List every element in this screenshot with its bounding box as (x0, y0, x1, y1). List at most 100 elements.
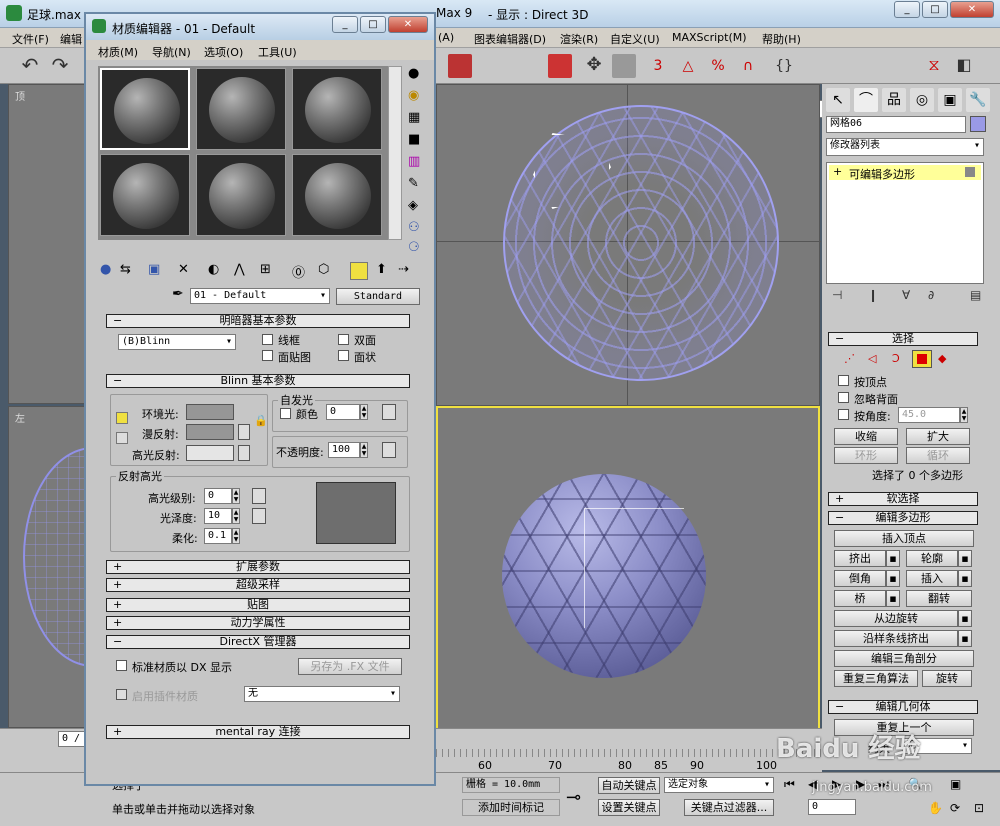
menu-graph-editors[interactable]: 图表编辑器(D) (474, 31, 546, 47)
bridge-button[interactable]: 桥 (834, 590, 886, 607)
spec-level-field[interactable]: 0 (204, 488, 232, 504)
rollout-dynamics[interactable]: + 动力学属性 (106, 616, 410, 630)
transform-gizmo[interactable] (584, 508, 684, 628)
remove-modifier-icon[interactable]: ∂ (928, 288, 934, 302)
flip-button[interactable]: 翻转 (906, 590, 972, 607)
put-to-library-icon[interactable]: ⊞ (260, 262, 271, 277)
material-type-button[interactable]: Standard (336, 288, 420, 305)
sample-slot[interactable] (100, 154, 190, 236)
motion-tab-icon[interactable]: ◎ (910, 88, 934, 112)
spec-level-spinner[interactable]: ▲ ▼ (232, 488, 240, 504)
modifier-stack[interactable]: + 可编辑多边形 (826, 162, 984, 284)
bevel-settings-button[interactable]: ▪ (886, 570, 900, 587)
two-sided-checkbox[interactable] (338, 334, 349, 345)
keyboard-shortcut-icon[interactable] (612, 54, 636, 78)
snap-3d-icon[interactable]: 3 (646, 54, 670, 78)
menu-help[interactable]: 帮助(H) (762, 31, 801, 47)
ambient-lock-icon[interactable] (116, 412, 128, 424)
link-icon[interactable] (448, 54, 472, 78)
rollout-mental-ray[interactable]: + mental ray 连接 (106, 725, 410, 739)
undo-icon[interactable]: ↶ (18, 54, 42, 78)
rollout-edit-polygons[interactable]: − 编辑多边形 (828, 511, 978, 525)
menu-customize[interactable]: 自定义(U) (610, 31, 660, 47)
material-navigator-icon[interactable]: ⚆ (408, 240, 420, 255)
outline-settings-button[interactable]: ▪ (958, 550, 972, 567)
sample-slot[interactable] (292, 68, 382, 150)
stack-item-toggle-icon[interactable] (965, 167, 975, 177)
loop-button[interactable]: 循环 (906, 447, 970, 464)
viewport-front[interactable] (436, 84, 821, 407)
opacity-field[interactable]: 100 (328, 442, 360, 458)
menu-maxscript[interactable]: MAXScript(M) (672, 31, 747, 44)
wire-checkbox[interactable] (262, 334, 273, 345)
rollout-selection[interactable]: − 选择 (828, 332, 978, 346)
make-unique-mat-icon[interactable]: ⋀ (234, 262, 245, 277)
ring-button[interactable]: 环形 (834, 447, 898, 464)
soften-spinner[interactable]: ▲ ▼ (232, 528, 240, 544)
utilities-tab-icon[interactable]: 🔧 (966, 88, 990, 112)
make-copy-icon[interactable]: ◐ (208, 262, 219, 277)
modify-tab-icon[interactable]: ⌒ (854, 88, 878, 112)
mat-menu-utilities[interactable]: 工具(U) (258, 44, 297, 60)
diffuse-color-swatch[interactable] (186, 424, 234, 440)
hierarchy-tab-icon[interactable]: 品 (882, 88, 906, 112)
by-angle-checkbox[interactable] (838, 409, 849, 420)
polygon-mode-icon[interactable] (912, 350, 932, 368)
modifier-list-dropdown[interactable]: 修改器列表 ▾ (826, 138, 984, 156)
material-effects-channel-icon[interactable]: ⓪ (292, 262, 305, 281)
redo-icon[interactable]: ↷ (48, 54, 72, 78)
face-map-checkbox[interactable] (262, 350, 273, 361)
mat-menu-options[interactable]: 选项(O) (204, 44, 243, 60)
configure-sets-icon[interactable]: ▤ (970, 288, 981, 302)
glossiness-spinner[interactable]: ▲ ▼ (232, 508, 240, 524)
glossiness-map-button[interactable] (252, 508, 266, 524)
edit-triangulation-button[interactable]: 编辑三角剖分 (834, 650, 974, 667)
spec-level-map-button[interactable] (252, 488, 266, 504)
self-illum-spinner[interactable]: ▲ ▼ (360, 404, 368, 420)
angle-spinner[interactable]: ▲ ▼ (960, 407, 968, 423)
dx-display-checkbox[interactable] (116, 660, 127, 671)
options-icon[interactable]: ◈ (408, 198, 418, 213)
timeline-track[interactable] (436, 749, 822, 757)
extrude-along-spline-button[interactable]: 沿样条线挤出 (834, 630, 958, 647)
menu-file[interactable]: 文件(F) (12, 31, 49, 47)
menu-animation[interactable]: (A) (438, 31, 454, 44)
extrude-button[interactable]: 挤出 (834, 550, 886, 567)
vertex-mode-icon[interactable]: ⋰ (844, 352, 855, 365)
enable-plugin-checkbox[interactable] (116, 689, 127, 700)
specular-map-button[interactable] (238, 445, 250, 461)
shrink-button[interactable]: 收缩 (834, 428, 898, 445)
diffuse-map-button[interactable] (238, 424, 250, 440)
mirror-icon[interactable]: ⧖ (922, 54, 946, 78)
edit-named-selection-icon[interactable]: {} (772, 54, 796, 78)
select-manipulate-icon[interactable]: ✥ (582, 54, 606, 78)
go-forward-sibling-icon[interactable]: ⇢ (398, 262, 409, 277)
background-icon[interactable]: ▦ (408, 110, 420, 125)
create-tab-icon[interactable]: ↖ (826, 88, 850, 112)
grow-button[interactable]: 扩大 (906, 428, 970, 445)
bevel-button[interactable]: 倒角 (834, 570, 886, 587)
extrude-settings-button[interactable]: ▪ (886, 550, 900, 567)
shader-type-dropdown[interactable]: (B)Blinn ▾ (118, 334, 236, 350)
make-preview-icon[interactable]: ✎ (408, 176, 419, 191)
pick-material-eyedropper-icon[interactable]: ✒ (172, 286, 184, 302)
pin-stack-icon[interactable]: ⊣ (832, 288, 842, 302)
retriangulate-button[interactable]: 重复三角算法 (834, 670, 918, 687)
spinner-snap-icon[interactable]: ∩ (736, 54, 760, 78)
set-key-button[interactable]: 设置关键点 (598, 799, 660, 816)
go-to-parent-icon[interactable]: ⬆ (376, 262, 387, 277)
soften-field[interactable]: 0.1 (204, 528, 232, 544)
rollout-extended-params[interactable]: + 扩展参数 (106, 560, 410, 574)
material-name-field[interactable]: 01 - Default ▾ (190, 288, 330, 304)
object-name-field[interactable]: 网格06 (826, 116, 966, 133)
specular-color-swatch[interactable] (186, 445, 234, 461)
glossiness-field[interactable]: 10 (204, 508, 232, 524)
edge-mode-icon[interactable]: ◁ (868, 352, 876, 365)
rollout-maps[interactable]: + 贴图 (106, 598, 410, 612)
main-close-button[interactable]: ✕ (950, 1, 994, 18)
make-unique-icon[interactable]: ∀ (902, 288, 910, 302)
rollout-supersampling[interactable]: + 超级采样 (106, 578, 410, 592)
show-end-result-mat-icon[interactable] (350, 262, 368, 280)
mat-close-button[interactable]: ✕ (388, 16, 428, 33)
ambient-color-swatch[interactable] (186, 404, 234, 420)
